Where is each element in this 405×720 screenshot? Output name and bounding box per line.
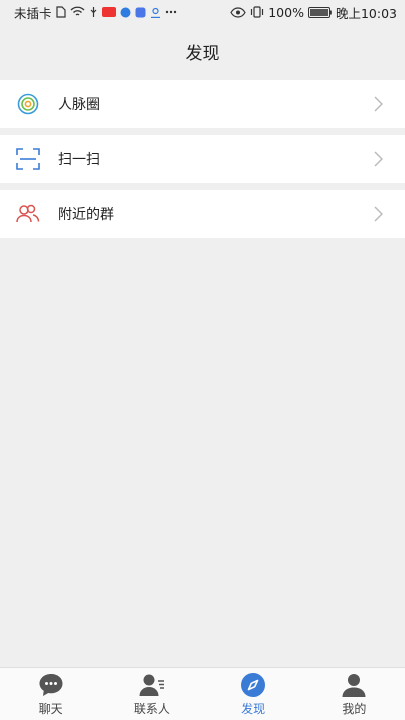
tab-discover[interactable]: 发现 <box>203 668 304 720</box>
carrier-text: 未插卡 <box>14 5 52 21</box>
list-item-contacts-circle[interactable]: 人脉圈 <box>0 80 405 128</box>
list-item-label: 附近的群 <box>58 207 114 223</box>
eye-comfort-icon <box>230 6 246 18</box>
battery-icon <box>307 6 332 18</box>
mail-app-icon <box>135 7 146 18</box>
more-notifications-icon <box>165 10 177 14</box>
chevron-right-icon <box>373 151 385 167</box>
list-item-label: 扫一扫 <box>58 152 100 168</box>
page-header: 发现 <box>0 24 405 78</box>
browser-app-icon <box>120 7 131 18</box>
page-title: 发现 <box>185 43 220 64</box>
contacts-icon <box>139 672 165 698</box>
account-app-icon <box>150 7 161 18</box>
profile-icon <box>341 672 367 698</box>
chevron-right-icon <box>373 96 385 112</box>
news-app-icon <box>101 7 116 17</box>
clock-text: 晚上10:03 <box>335 5 397 21</box>
status-right: 100% 晚上10:03 <box>230 3 397 22</box>
tab-label: 发现 <box>241 701 266 716</box>
nearby-group-icon <box>16 202 40 226</box>
list-item-nearby-groups[interactable]: 附近的群 <box>0 190 405 238</box>
status-bar: 未插卡 100% 晚上10:03 <box>0 0 405 24</box>
tab-label: 我的 <box>342 701 367 716</box>
tab-label: 联系人 <box>133 701 170 716</box>
usb-icon <box>89 6 98 18</box>
vibrate-icon <box>250 6 264 18</box>
discover-list: 人脉圈 扫一扫 附近的群 <box>0 80 405 238</box>
battery-percent: 100% <box>268 4 304 20</box>
sim-card-icon <box>55 6 66 18</box>
tab-chat[interactable]: 聊天 <box>0 668 101 720</box>
list-item-scan[interactable]: 扫一扫 <box>0 135 405 183</box>
list-item-label: 人脉圈 <box>58 97 100 113</box>
contacts-circle-icon <box>16 92 40 116</box>
tab-label: 聊天 <box>38 701 63 716</box>
tab-profile[interactable]: 我的 <box>304 668 405 720</box>
scan-icon <box>16 147 40 171</box>
status-left: 未插卡 <box>14 3 177 22</box>
compass-icon <box>240 672 266 698</box>
tab-contacts[interactable]: 联系人 <box>101 668 202 720</box>
wifi-icon <box>70 6 85 18</box>
chevron-right-icon <box>373 206 385 222</box>
bottom-tab-bar: 聊天 联系人 发现 我的 <box>0 667 405 720</box>
chat-icon <box>38 672 64 698</box>
